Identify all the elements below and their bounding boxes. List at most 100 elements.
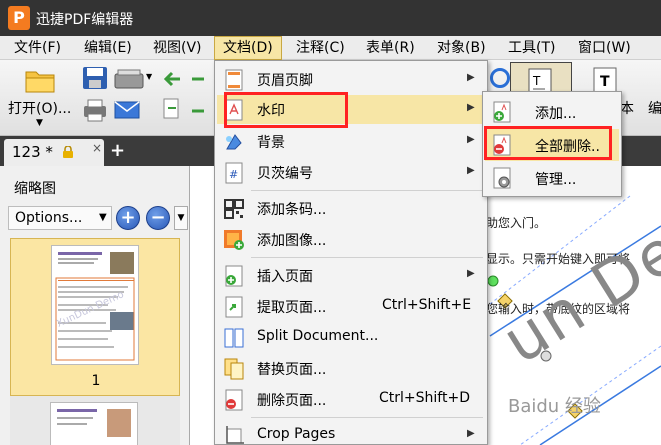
split-document-icon: [223, 327, 245, 349]
background-icon: [223, 131, 245, 153]
tab-close-icon[interactable]: ×: [92, 141, 102, 155]
menu-item-add-image[interactable]: 添加图像...: [217, 225, 485, 254]
menu-file[interactable]: 文件(F): [14, 36, 61, 60]
app-logo-icon: P: [8, 6, 30, 30]
open-folder-icon[interactable]: [24, 66, 56, 94]
menu-item-label: 贝茨编号: [257, 166, 313, 182]
delete-page-icon: [223, 389, 245, 411]
svg-text:T: T: [532, 74, 541, 88]
document-tab-label: 123 *: [12, 143, 53, 161]
barcode-icon: [223, 198, 245, 220]
menu-item-add-barcode[interactable]: 添加条码...: [217, 194, 485, 223]
menu-bar: 文件(F) 编辑(E) 视图(V) 文档(D) 注释(C) 表单(R) 对象(B…: [0, 36, 661, 60]
print-icon[interactable]: [82, 98, 108, 122]
crop-pages-icon: [223, 425, 245, 445]
menu-item-label: 页眉页脚: [257, 73, 313, 89]
menu-tools[interactable]: 工具(T): [508, 36, 555, 60]
menu-separator: [251, 190, 483, 191]
scanner-icon[interactable]: [114, 68, 144, 90]
toolbar-extra-icon-2[interactable]: [190, 100, 208, 122]
document-page-icon[interactable]: [162, 98, 182, 120]
menu-item-shortcut: Ctrl+Shift+E: [382, 297, 472, 313]
thumbnail-panel-title: 缩略图: [14, 181, 56, 197]
menu-object[interactable]: 对象(B): [437, 36, 486, 60]
menu-item-label: Split Document...: [257, 328, 379, 344]
svg-text:#: #: [229, 168, 238, 181]
thumbnail-panel: 缩略图 Options... ▼ + − ▼ XunDun Demo 1: [0, 166, 190, 445]
menu-separator: [251, 417, 483, 418]
add-watermark-icon: [491, 101, 513, 123]
page-thumbnail-2[interactable]: [50, 402, 138, 445]
menu-window[interactable]: 窗口(W): [578, 36, 631, 60]
menu-item-label: 删除页面...: [257, 393, 327, 409]
bates-numbering-icon: #: [223, 162, 245, 184]
page-thumbnail-1[interactable]: XunDun Demo: [51, 245, 139, 365]
menu-comment[interactable]: 注释(C): [296, 36, 345, 60]
menu-item-label: 添加条码...: [257, 202, 327, 218]
header-footer-icon: [223, 69, 245, 91]
document-text-line-1: 助您入门。: [486, 216, 547, 230]
menu-item-label: 背景: [257, 135, 285, 151]
menu-form[interactable]: 表单(R): [366, 36, 415, 60]
submenu-item-add[interactable]: 添加...: [485, 96, 619, 128]
toolbar-extra-icon[interactable]: [190, 68, 208, 90]
insert-page-icon: [223, 265, 245, 287]
submenu-arrow-icon: ▶: [467, 102, 475, 113]
submenu-arrow-icon: ▶: [467, 428, 475, 439]
submenu-arrow-icon: ▶: [467, 72, 475, 83]
menu-item-shortcut: Ctrl+Shift+D: [379, 390, 470, 406]
page-thumbnail-selected[interactable]: XunDun Demo 1: [10, 238, 180, 396]
open-dropdown-caret-icon[interactable]: ▼: [36, 118, 43, 128]
zoom-in-button[interactable]: +: [116, 206, 140, 230]
menu-item-extract-pages[interactable]: 提取页面... Ctrl+Shift+E: [217, 292, 485, 321]
menu-item-header-footer[interactable]: 页眉页脚 ▶: [217, 65, 485, 94]
menu-item-insert-pages[interactable]: 插入页面 ▶: [217, 261, 485, 290]
back-arrow-icon[interactable]: [162, 68, 182, 90]
manage-watermark-icon: [491, 167, 513, 189]
scanner-caret-icon[interactable]: ▼: [146, 72, 152, 81]
menu-item-label: Crop Pages: [257, 426, 336, 442]
submenu-arrow-icon: ▶: [467, 134, 475, 145]
extract-page-icon: [223, 296, 245, 318]
menu-item-label: 提取页面...: [257, 300, 327, 316]
submenu-arrow-icon: ▶: [467, 268, 475, 279]
menu-edit[interactable]: 编辑(E): [84, 36, 132, 60]
save-icon[interactable]: [82, 66, 108, 90]
menu-item-replace-pages[interactable]: 替换页面...: [217, 354, 485, 383]
submenu-item-label: 添加...: [535, 106, 577, 122]
email-icon[interactable]: [114, 100, 140, 120]
svg-text:T: T: [600, 74, 610, 90]
submenu-arrow-icon: ▶: [467, 165, 475, 176]
remove-all-highlight-box: [484, 126, 612, 160]
document-tab[interactable]: 123 * ×: [4, 139, 104, 166]
menu-document[interactable]: 文档(D): [214, 36, 282, 60]
circle-tool-icon[interactable]: [490, 68, 510, 88]
thumb-options-caret-icon[interactable]: ▼: [174, 206, 188, 230]
options-label: Options...: [15, 210, 83, 226]
options-dropdown[interactable]: Options... ▼: [8, 206, 112, 230]
menu-item-background[interactable]: 背景 ▶: [217, 127, 485, 156]
lock-icon: [62, 145, 74, 158]
menu-item-label: 添加图像...: [257, 233, 327, 249]
thumbnail-list: XunDun Demo 1: [10, 238, 180, 445]
submenu-item-label: 管理...: [535, 172, 577, 188]
zoom-out-button[interactable]: −: [146, 206, 170, 230]
app-title: 迅捷PDF编辑器: [36, 12, 134, 28]
chevron-down-icon: ▼: [99, 212, 107, 223]
submenu-item-manage[interactable]: 管理...: [485, 162, 619, 194]
menu-item-bates-numbering[interactable]: # 贝茨编号 ▶: [217, 158, 485, 187]
thumbnail-toolbar: Options... ▼ + − ▼: [8, 204, 188, 232]
open-button[interactable]: 打开(O)...: [8, 98, 71, 118]
baidu-brand-watermark: Baidu 经验: [508, 396, 601, 417]
menu-item-delete-pages[interactable]: 删除页面... Ctrl+Shift+D: [217, 385, 485, 414]
page-number-label: 1: [91, 373, 101, 389]
menu-item-crop-pages[interactable]: Crop Pages ▶: [217, 421, 485, 445]
menu-item-label: 替换页面...: [257, 362, 327, 378]
toolbar-label-text: 本: [620, 101, 634, 117]
new-tab-button[interactable]: +: [110, 140, 125, 161]
menu-view[interactable]: 视图(V): [153, 36, 202, 60]
menu-item-split-document[interactable]: Split Document...: [217, 323, 485, 352]
toolbar-label-edit: 编: [648, 101, 661, 117]
replace-page-icon: [223, 358, 245, 380]
menu-separator: [251, 257, 483, 258]
